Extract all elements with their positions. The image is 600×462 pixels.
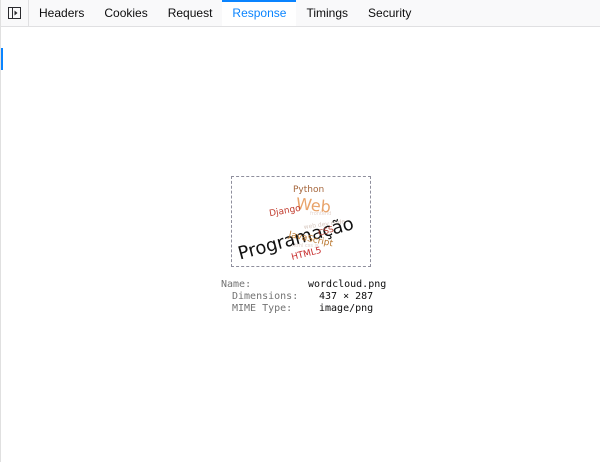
tab-response[interactable]: Response <box>222 0 297 26</box>
tab-label: Headers <box>39 6 85 20</box>
response-panel: Headers Cookies Request Response Timings… <box>0 0 600 462</box>
image-preview: web dev code html css js frontend Python… <box>231 176 371 267</box>
tab-timings[interactable]: Timings <box>296 0 358 26</box>
image-mime-value: image/png <box>319 303 374 314</box>
image-dimensions-label: Dimensions: <box>232 291 299 302</box>
tab-cookies[interactable]: Cookies <box>94 0 157 26</box>
wordcloud-image: web dev code html css js frontend Python… <box>236 185 356 264</box>
tab-label: Timings <box>306 6 349 20</box>
image-name-label: Name: <box>221 279 252 290</box>
image-mime-label: MIME Type: <box>232 303 293 314</box>
image-name-value: wordcloud.png <box>308 279 387 290</box>
sidebar-toggle-icon <box>8 7 21 19</box>
details-tab-bar: Headers Cookies Request Response Timings… <box>1 0 600 27</box>
tab-security[interactable]: Security <box>358 0 421 26</box>
focus-marker <box>1 48 3 70</box>
tab-label: Response <box>232 6 287 20</box>
tab-label: Security <box>368 6 412 20</box>
tab-label: Cookies <box>104 6 148 20</box>
word-django: Django <box>269 204 303 219</box>
tab-label: Request <box>167 6 213 20</box>
image-dimensions-value: 437 × 287 <box>319 291 374 302</box>
sidebar-toggle-button[interactable] <box>1 0 29 26</box>
tab-request[interactable]: Request <box>158 0 223 26</box>
tab-headers[interactable]: Headers <box>29 0 94 26</box>
